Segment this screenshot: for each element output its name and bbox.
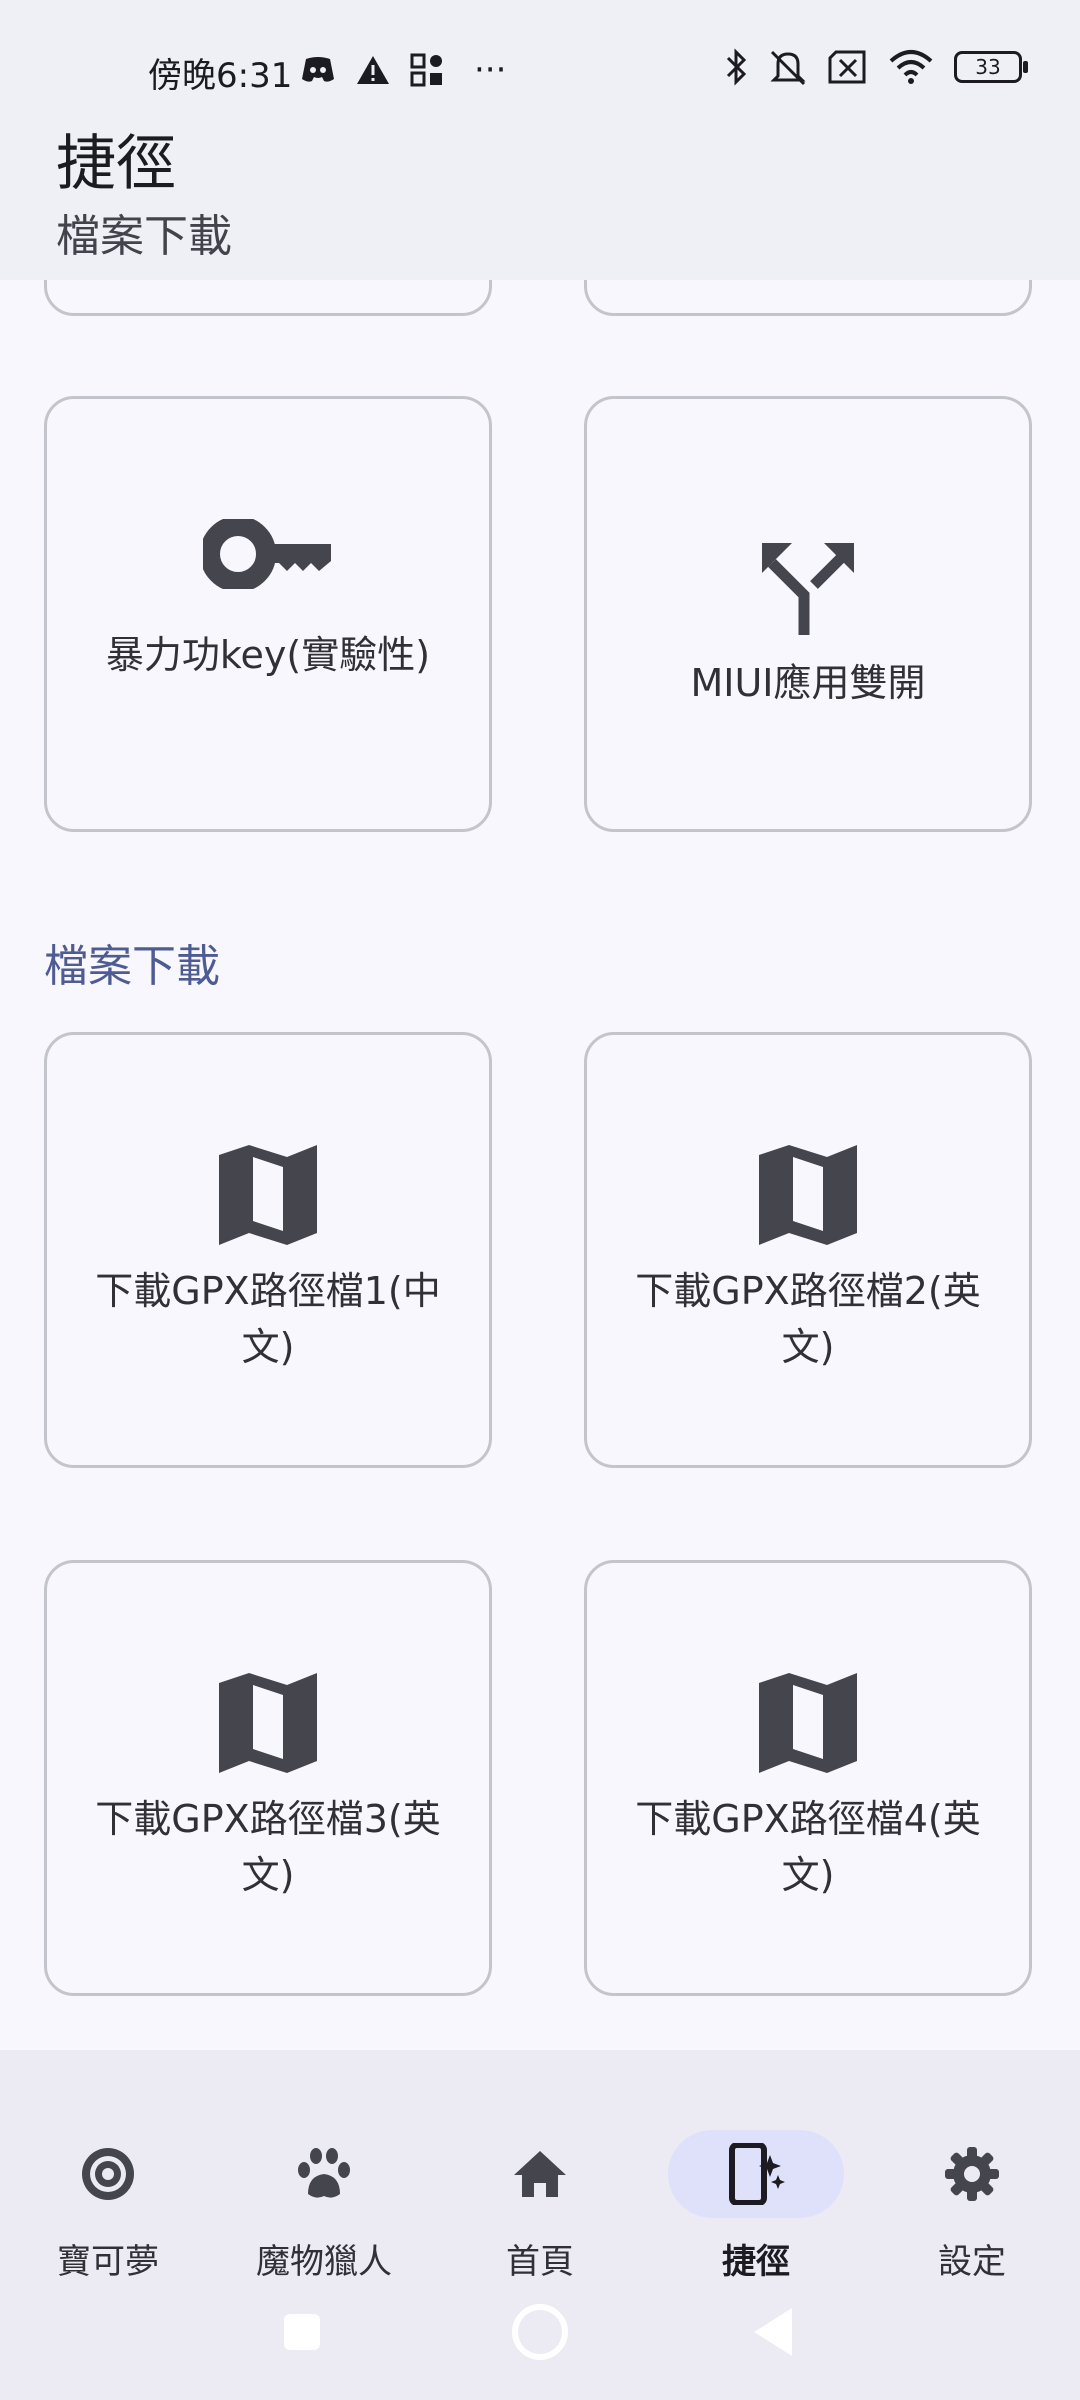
map-icon xyxy=(759,1673,857,1773)
status-system-icons: 33 xyxy=(724,48,1028,86)
nav-item-home[interactable]: 首頁 xyxy=(432,2086,648,2282)
map-icon xyxy=(759,1145,857,1245)
warning-icon xyxy=(357,56,389,84)
wifi-icon xyxy=(889,50,933,84)
bluetooth-icon xyxy=(726,48,747,86)
status-notification-icons: ··· xyxy=(300,50,506,90)
card-label: 下載GPX路徑檔3(英文) xyxy=(95,1797,441,1897)
partial-card-right[interactable] xyxy=(584,280,1032,316)
discord-icon xyxy=(302,57,334,82)
partial-card-left[interactable] xyxy=(44,280,492,316)
nav-icon-container xyxy=(884,2130,1060,2218)
download-gpx-2-card[interactable]: 下載GPX路徑檔2(英文) xyxy=(584,1032,1032,1468)
mute-icon xyxy=(770,50,806,86)
download-gpx-1-card[interactable]: 下載GPX路徑檔1(中文) xyxy=(44,1032,492,1468)
apps-grid-icon xyxy=(410,53,442,87)
home-system-button[interactable] xyxy=(512,2304,568,2360)
section-header-file-download: 檔案下載 xyxy=(44,941,220,992)
card-label: MIUI應用雙開 xyxy=(690,661,926,705)
brute-force-key-card[interactable]: 暴力功key(實驗性) xyxy=(44,396,492,832)
split-arrow-icon xyxy=(762,543,854,635)
card-label: 下載GPX路徑檔1(中文) xyxy=(95,1269,441,1369)
bottom-navigation: 寶可夢 魔物獵人 首頁 捷徑 設定 xyxy=(0,2050,1080,2400)
nav-item-pokemon[interactable]: 寶可夢 xyxy=(0,2086,216,2282)
app-screen: 傍晚6:31 ··· 33 捷徑 檔案下載 暴力功key(實驗性) MIUI應用… xyxy=(0,0,1080,2400)
nav-item-monster-hunter[interactable]: 魔物獵人 xyxy=(216,2086,432,2282)
back-button[interactable] xyxy=(752,2306,794,2358)
shortcut-phone-icon xyxy=(729,2143,785,2205)
nav-item-shortcut[interactable]: 捷徑 xyxy=(648,2086,864,2282)
paw-icon xyxy=(298,2148,350,2198)
card-label: 下載GPX路徑檔2(英文) xyxy=(635,1269,981,1369)
nav-item-settings[interactable]: 設定 xyxy=(864,2086,1080,2282)
miui-dual-app-card[interactable]: MIUI應用雙開 xyxy=(584,396,1032,832)
page-title: 捷徑 xyxy=(56,129,176,199)
shortcut-grid[interactable]: 暴力功key(實驗性) MIUI應用雙開 檔案下載 下載GPX路徑檔1(中文) xyxy=(0,280,1080,2050)
recents-button[interactable] xyxy=(284,2314,320,2350)
card-label: 下載GPX路徑檔4(英文) xyxy=(635,1797,981,1897)
app-bar: 傍晚6:31 ··· 33 捷徑 檔案下載 xyxy=(0,0,1080,280)
page-subtitle: 檔案下載 xyxy=(56,211,232,262)
map-icon xyxy=(219,1673,317,1773)
card-label: 暴力功key(實驗性) xyxy=(105,633,431,677)
map-icon xyxy=(219,1145,317,1245)
pokeball-icon xyxy=(82,2148,134,2200)
key-icon xyxy=(203,519,331,589)
more-notifications-icon: ··· xyxy=(474,50,507,90)
nav-icon-container xyxy=(236,2130,412,2218)
no-sim-icon xyxy=(828,50,866,84)
battery-indicator: 33 xyxy=(954,51,1028,83)
download-gpx-4-card[interactable]: 下載GPX路徑檔4(英文) xyxy=(584,1560,1032,1996)
home-icon xyxy=(514,2151,566,2197)
nav-icon-container-active xyxy=(668,2130,844,2218)
status-time: 傍晚6:31 xyxy=(148,56,293,96)
status-bar: 傍晚6:31 ··· 33 xyxy=(0,40,1080,100)
gear-icon xyxy=(945,2147,999,2201)
nav-icon-container xyxy=(452,2130,628,2218)
download-gpx-3-card[interactable]: 下載GPX路徑檔3(英文) xyxy=(44,1560,492,1996)
system-navigation-bar xyxy=(0,2270,1080,2400)
nav-icon-container xyxy=(20,2130,196,2218)
